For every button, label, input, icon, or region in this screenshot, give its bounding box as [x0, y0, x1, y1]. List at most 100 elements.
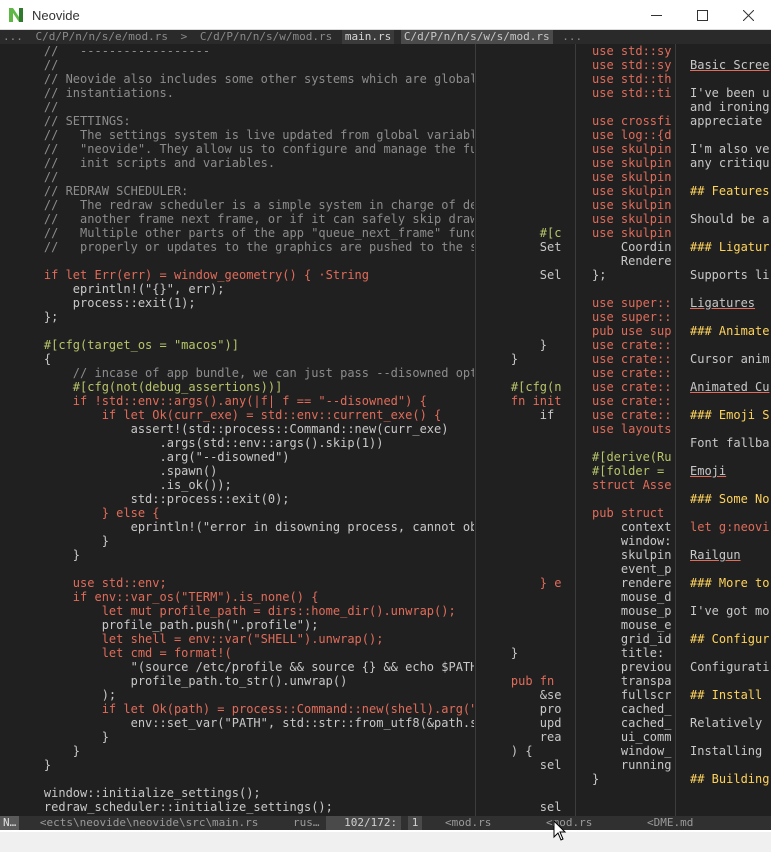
code-line: &se: [482, 688, 562, 702]
code-pane-middle[interactable]: #[c Set Sel } } #[cfg(n fn init if } e }…: [476, 44, 574, 816]
code-line: ### Animate: [690, 324, 770, 338]
code-line: let shell = env::var("SHELL").unwrap();: [15, 632, 384, 646]
code-line: process::exit(1);: [15, 296, 196, 310]
code-line: use std::env;: [15, 576, 167, 590]
code-line: ## Install: [690, 688, 763, 702]
code-line: ### Some No: [690, 492, 770, 506]
window-titlebar: Neovide: [0, 0, 771, 30]
code-line: title:: [592, 646, 672, 660]
code-pane-right[interactable]: use std::sy use std::sy use std::th use std…: [576, 44, 674, 816]
code-line: .spawn(): [15, 464, 218, 478]
mouse-cursor-icon: [553, 820, 567, 841]
minimize-button[interactable]: [633, 0, 679, 30]
tab-main-rs[interactable]: main.rs: [341, 30, 395, 44]
code-line: };: [15, 310, 59, 324]
code-line: pro: [482, 702, 562, 716]
code-line: // incase of app bundle, we can just pas…: [15, 366, 474, 380]
code-line: #[cfg(not(debug_assertions))]: [15, 380, 283, 394]
window-bottom-border: [0, 832, 771, 852]
tab-editor-mod[interactable]: C/d/P/n/n/s/e/mod.rs: [33, 30, 171, 44]
close-button[interactable]: [725, 0, 771, 30]
code-line: use crate::: [592, 380, 672, 394]
code-line: #[c: [482, 226, 562, 240]
code-line: Ligatures: [690, 296, 756, 310]
code-line: use crate::: [592, 366, 672, 380]
code-line: sel: [482, 758, 562, 772]
code-line: }: [592, 772, 600, 786]
code-line: window_: [592, 744, 672, 758]
code-line: use skulpin: [592, 142, 672, 156]
code-line: previou: [592, 660, 672, 674]
code-line: };: [592, 268, 607, 282]
code-line: use super::: [592, 296, 672, 310]
code-line: Railgun: [690, 548, 741, 562]
code-line: use crossfi: [592, 114, 672, 128]
code-line: transpa: [592, 674, 672, 688]
code-line: ) {: [482, 744, 533, 758]
code-line: ### More to: [690, 576, 770, 590]
code-line: //: [15, 58, 59, 72]
code-pane-main[interactable]: // ------------------ // // Neovide also…: [0, 44, 474, 816]
code-line: env::set_var("PATH", std::str::from_utf8…: [15, 716, 474, 730]
code-line: //: [15, 100, 59, 114]
code-line: fullscr: [592, 688, 672, 702]
tab-overflow-right[interactable]: ...: [559, 30, 585, 44]
minimize-icon: [650, 14, 662, 16]
status-right-file: <mod.rs: [546, 816, 593, 829]
code-line: Configurati: [690, 660, 770, 674]
code-line: std::process::exit(0);: [15, 492, 290, 506]
code-line: use log::{d: [592, 128, 672, 142]
code-line: upd: [482, 716, 562, 730]
code-line: "(source /etc/profile && source {} && ec…: [15, 660, 474, 674]
code-line: I've been u: [690, 86, 770, 100]
code-line: ui_comm: [592, 730, 672, 744]
editor-area: ... C/d/P/n/n/s/e/mod.rs > C/d/P/n/n/s/w…: [0, 30, 771, 832]
code-line: } e: [482, 576, 562, 590]
code-line: }: [482, 646, 519, 660]
code-line: .is_ok());: [15, 478, 232, 492]
code-line: .args(std::env::args().skip(1)): [15, 436, 384, 450]
code-line: // another frame next frame, or if it ca…: [15, 212, 474, 226]
neovide-logo-icon: [9, 8, 23, 22]
code-line: window:: [592, 534, 672, 548]
code-line: use std::sy: [592, 58, 672, 72]
code-line: use std::sy: [592, 44, 672, 58]
code-line: and ironing: [690, 100, 770, 114]
status-position: 102/172:: [326, 816, 402, 830]
code-line: if let Ok(path) = process::Command::new(…: [15, 702, 474, 716]
tab-window-mod[interactable]: C/d/P/n/n/s/w/mod.rs: [197, 30, 335, 44]
code-line: Animated Cu: [690, 380, 770, 394]
code-line: context: [592, 520, 672, 534]
code-line: pub struct: [592, 506, 672, 520]
code-line: any critiqu: [690, 156, 770, 170]
readme-pane[interactable]: Basic Scree I've been u and ironing appreci…: [676, 44, 771, 816]
code-line: if: [482, 408, 555, 422]
statusline: N… <ects\neovide\neovide\src\main.rs rus…: [0, 816, 771, 830]
code-line: struct Asse: [592, 478, 672, 492]
status-file-path: <ects\neovide\neovide\src\main.rs: [39, 816, 259, 829]
code-line: }: [15, 534, 109, 548]
code-line: }: [482, 352, 519, 366]
code-line: I'm also ve: [690, 142, 770, 156]
code-line: grid_id: [592, 632, 672, 646]
code-line: use layouts: [592, 422, 672, 436]
code-line: assert!(std::process::Command::new(curr_…: [15, 422, 449, 436]
code-line: fn init: [482, 394, 562, 408]
maximize-button[interactable]: [679, 0, 725, 30]
code-line: ## Configur: [690, 632, 770, 646]
code-line: use skulpin: [592, 156, 672, 170]
code-line: let g:neovi: [690, 520, 770, 534]
code-line: Sel: [482, 268, 562, 282]
code-line: {: [15, 352, 52, 366]
tab-window-settings-mod[interactable]: C/d/P/n/n/s/w/s/mod.rs: [400, 30, 553, 44]
code-line: mouse_e: [592, 618, 672, 632]
code-line: pub fn: [482, 674, 555, 688]
code-line: if let Ok(curr_exe) = std::env::current_…: [15, 408, 442, 422]
code-line: redraw_scheduler::initialize_settings();: [15, 800, 333, 814]
code-line: #[cfg(target_os = "macos")]: [15, 338, 239, 352]
code-line: let cmd = format!(: [15, 646, 232, 660]
code-line: Should be a: [690, 212, 770, 226]
tab-overflow-left[interactable]: ...: [0, 30, 26, 44]
window-title: Neovide: [32, 8, 80, 23]
code-line: );: [15, 688, 117, 702]
